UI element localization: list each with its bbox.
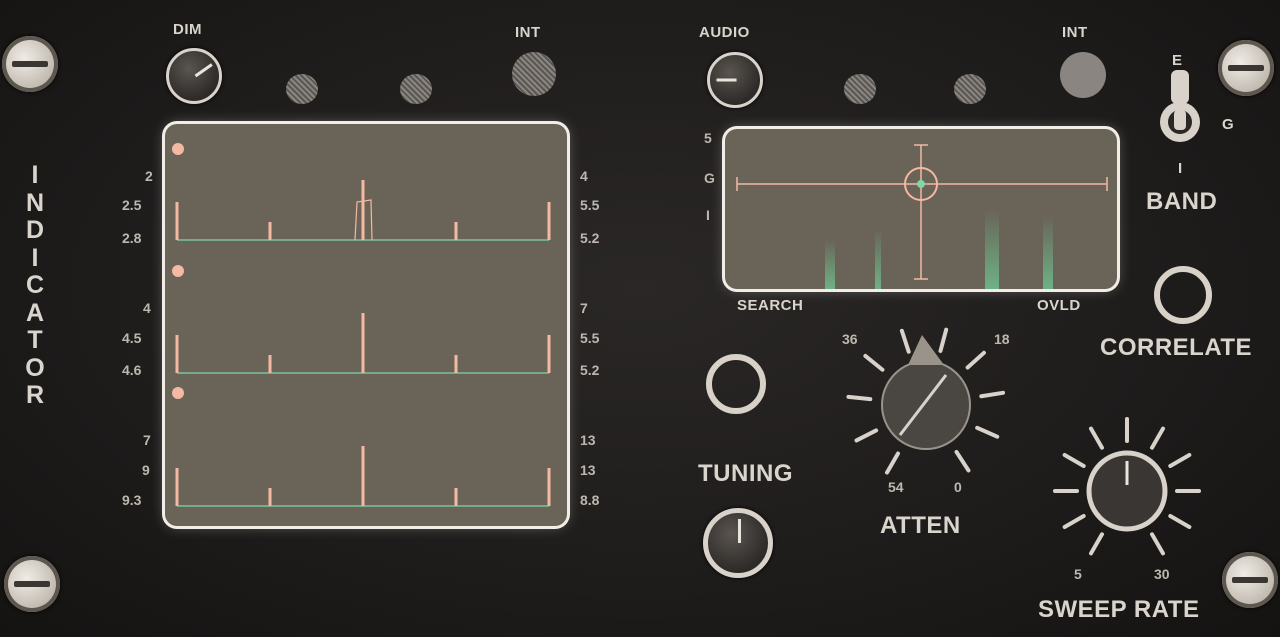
screw-icon bbox=[2, 36, 58, 92]
noise-glow bbox=[875, 229, 881, 289]
int-right-label: INT bbox=[1062, 24, 1088, 41]
trace-start-dot bbox=[172, 265, 184, 277]
audio-label: AUDIO bbox=[699, 24, 750, 41]
dim-knob[interactable] bbox=[166, 48, 222, 104]
scale-tick bbox=[938, 327, 949, 353]
noise-glow bbox=[985, 209, 999, 289]
scale-left-2a: 4 bbox=[143, 300, 151, 316]
search-label: SEARCH bbox=[737, 297, 804, 314]
scale-right-2a: 7 bbox=[580, 300, 588, 316]
scale-left-1c: 2.8 bbox=[122, 230, 142, 246]
scale-left-2b: 4.5 bbox=[122, 330, 142, 346]
scale-right-1a: 4 bbox=[580, 168, 588, 184]
search-side-label-c: I bbox=[706, 207, 710, 223]
sweep-rate-dial[interactable] bbox=[1042, 406, 1212, 576]
scale-left-2c: 4.6 bbox=[122, 362, 142, 378]
scale-tick bbox=[1168, 514, 1192, 529]
scale-right-1b: 5.5 bbox=[580, 197, 600, 213]
atten-scale-54: 54 bbox=[888, 479, 904, 495]
correlate-label: CORRELATE bbox=[1100, 334, 1253, 361]
int-left-lamp bbox=[512, 52, 556, 96]
search-side-label-b: G bbox=[704, 170, 715, 186]
scale-tick bbox=[1150, 426, 1165, 450]
search-side-label-a: 5 bbox=[704, 130, 712, 146]
target-dot bbox=[917, 180, 925, 188]
band-pos-i: I bbox=[1178, 160, 1183, 177]
scale-tick bbox=[979, 390, 1006, 399]
tuning-label: TUNING bbox=[698, 460, 793, 487]
atten-pointer bbox=[908, 335, 944, 365]
scale-tick bbox=[1062, 453, 1086, 468]
atten-knob-body bbox=[881, 360, 971, 450]
int-right-lamp bbox=[1060, 52, 1106, 98]
sweep-rate-label: SWEEP RATE bbox=[1038, 596, 1200, 623]
band-label: BAND bbox=[1146, 188, 1218, 215]
scale-tick bbox=[863, 353, 885, 372]
scale-right-1c: 5.2 bbox=[580, 230, 600, 246]
screw-icon bbox=[1222, 552, 1278, 608]
scale-tick bbox=[975, 425, 1000, 439]
scale-tick bbox=[1089, 426, 1104, 450]
indicator-traces bbox=[172, 143, 551, 507]
indicator-vertical-label: I N D I C A T O R bbox=[25, 161, 45, 409]
dim-label: DIM bbox=[173, 21, 202, 38]
screw-icon bbox=[4, 556, 60, 612]
scale-tick bbox=[965, 350, 986, 370]
noise-glow bbox=[825, 239, 835, 289]
scale-right-3b: 13 bbox=[580, 462, 596, 478]
search-crosshair bbox=[736, 144, 1108, 289]
scale-tick bbox=[1089, 532, 1104, 556]
atten-scale-0: 0 bbox=[954, 479, 962, 495]
scale-left-3b: 9 bbox=[142, 462, 150, 478]
ovld-label: OVLD bbox=[1037, 297, 1081, 314]
trace-start-dot bbox=[172, 387, 184, 399]
scale-tick bbox=[846, 394, 873, 402]
atten-scale-18: 18 bbox=[994, 331, 1010, 347]
scale-right-3a: 13 bbox=[580, 432, 596, 448]
indicator-screen bbox=[165, 124, 567, 526]
scale-right-2b: 5.5 bbox=[580, 330, 600, 346]
scale-left-1a: 2 bbox=[145, 168, 153, 184]
scale-right-2c: 5.2 bbox=[580, 362, 600, 378]
indicator-lamp bbox=[844, 74, 876, 104]
sweep-scale-30: 30 bbox=[1154, 566, 1170, 582]
sweep-scale-5: 5 bbox=[1074, 566, 1082, 582]
atten-scale-36: 36 bbox=[842, 331, 858, 347]
search-display bbox=[725, 129, 1117, 289]
indicator-panel: DIM INT AUDIO INT I N D I C A T O R 2 2.… bbox=[0, 0, 1280, 637]
indicator-lamp bbox=[400, 74, 432, 104]
band-pos-g: G bbox=[1222, 116, 1235, 133]
scale-tick bbox=[1062, 514, 1086, 529]
tuning-knob[interactable] bbox=[703, 508, 773, 578]
int-left-label: INT bbox=[515, 24, 541, 41]
indicator-lamp bbox=[954, 74, 986, 104]
scale-tick bbox=[899, 328, 911, 354]
scale-tick bbox=[1168, 453, 1192, 468]
screw-icon bbox=[1218, 40, 1274, 96]
tuning-indicator-ring bbox=[706, 354, 766, 414]
trace-start-dot bbox=[172, 143, 184, 155]
atten-label: ATTEN bbox=[880, 512, 961, 539]
scale-right-3c: 8.8 bbox=[580, 492, 600, 508]
indicator-lamp bbox=[286, 74, 318, 104]
scale-tick bbox=[885, 451, 900, 475]
audio-knob[interactable] bbox=[707, 52, 763, 108]
scale-tick bbox=[954, 449, 971, 473]
noise-glow bbox=[1043, 215, 1053, 289]
band-toggle-switch[interactable] bbox=[1150, 64, 1210, 154]
scale-left-1b: 2.5 bbox=[122, 197, 142, 213]
scale-tick bbox=[1150, 532, 1165, 556]
scale-tick bbox=[854, 428, 879, 443]
scale-left-3c: 9.3 bbox=[122, 492, 142, 508]
scale-left-3a: 7 bbox=[143, 432, 151, 448]
correlate-button[interactable] bbox=[1154, 266, 1212, 324]
